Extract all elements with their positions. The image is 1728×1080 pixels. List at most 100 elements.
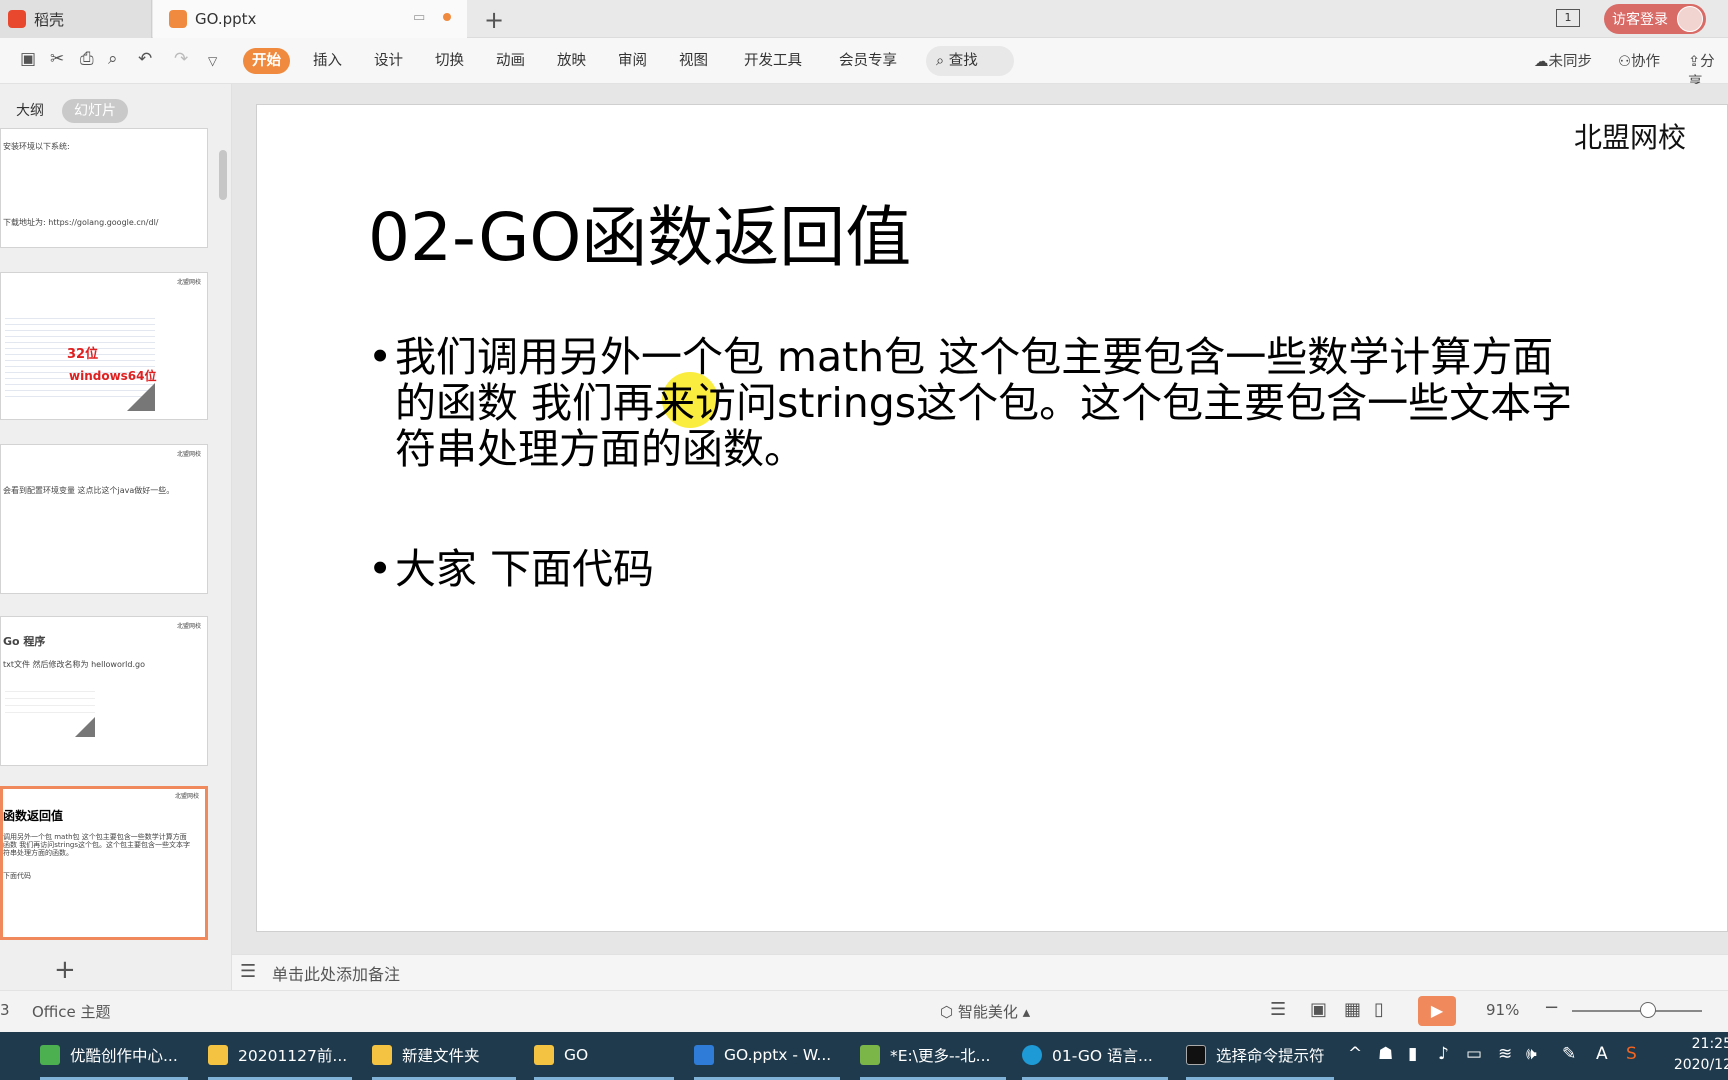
- chrome-icon: [40, 1044, 60, 1065]
- notepad-icon: [860, 1044, 880, 1065]
- taskbar-item-youku[interactable]: 优酷创作中心...: [40, 1032, 188, 1080]
- notes-placeholder: 单击此处添加备注: [272, 964, 401, 984]
- beautify-button[interactable]: ⬡ 智能美化 ▴: [940, 1001, 1030, 1022]
- ribbon-tab-slideshow[interactable]: 放映: [548, 48, 595, 74]
- new-tab-button[interactable]: +: [484, 6, 504, 34]
- slide-thumbnail-2[interactable]: 北盟网校 32位 windows64位: [0, 272, 208, 420]
- ribbon-tab-view[interactable]: 视图: [670, 48, 717, 74]
- ribbon-tab-member[interactable]: 会员专享: [830, 48, 906, 74]
- add-slide-button[interactable]: +: [54, 955, 76, 985]
- thumb-header: 北盟网校: [174, 793, 199, 800]
- thumb-text: 下面代码: [3, 872, 31, 880]
- monitor-icon[interactable]: ▭: [413, 10, 425, 25]
- taskbar-item-go[interactable]: GO: [534, 1032, 674, 1080]
- undo-icon[interactable]: ↶: [138, 49, 152, 69]
- tab-outline[interactable]: 大纲: [4, 99, 56, 123]
- ribbon-tab-home[interactable]: 开始: [243, 48, 290, 74]
- more-chevron-icon[interactable]: ▽: [208, 54, 217, 68]
- search-icon: ⌕: [936, 53, 945, 69]
- print-icon[interactable]: ⎙: [80, 49, 94, 69]
- save-icon[interactable]: ▣: [20, 49, 36, 69]
- notes-area[interactable]: ☰ 单击此处添加备注: [232, 954, 1728, 990]
- ribbon-tab-review[interactable]: 审阅: [609, 48, 656, 74]
- zoom-level[interactable]: 91%: [1486, 1001, 1519, 1019]
- battery-icon[interactable]: ▭: [1466, 1044, 1482, 1064]
- ribbon-tab-developer[interactable]: 开发工具: [735, 48, 811, 74]
- taskbar-item-notepad[interactable]: *E:\更多--北...: [860, 1032, 1006, 1080]
- slide-bullet-2[interactable]: 大家 下面代码: [368, 545, 1600, 593]
- taskbar-item-folder-1[interactable]: 20201127前...: [208, 1032, 352, 1080]
- thumb-text: 安装环境以下系统:: [3, 142, 70, 151]
- edge-icon: [1022, 1044, 1042, 1065]
- tray-device-icon[interactable]: ▮: [1408, 1044, 1417, 1064]
- tray-expand-icon[interactable]: ^: [1348, 1044, 1362, 1064]
- cloud-icon: ☁: [1534, 54, 1549, 70]
- redo-icon[interactable]: ↷: [174, 49, 188, 69]
- thumb-corner-icon: [75, 717, 95, 737]
- thumb-annotation: windows64位: [69, 369, 157, 383]
- thumb-text: 下载地址为: https://golang.google.cn/dl/: [3, 218, 159, 227]
- play-slideshow-button[interactable]: ▶: [1418, 996, 1456, 1026]
- thumb-annotation: 32位: [67, 347, 99, 362]
- cut-icon[interactable]: ✂: [50, 49, 64, 69]
- reading-view-icon[interactable]: ▯: [1374, 999, 1384, 1020]
- thumb-header: 北盟网校: [176, 279, 201, 286]
- ribbon-tab-insert[interactable]: 插入: [304, 48, 351, 74]
- ribbon-tab-design[interactable]: 设计: [365, 48, 412, 74]
- thumb-header: 北盟网校: [176, 451, 201, 458]
- grid-view-icon[interactable]: ▦: [1344, 999, 1361, 1020]
- slide-thumbnail-1[interactable]: 安装环境以下系统: 下载地址为: https://golang.google.c…: [0, 128, 208, 248]
- folder-icon: [372, 1044, 392, 1065]
- slide-title[interactable]: 02-GO函数返回值: [368, 184, 911, 280]
- taskbar-item-cmd[interactable]: 选择命令提示符: [1186, 1032, 1334, 1080]
- slide-thumbnail-5[interactable]: 北盟网校 函数返回值 调用另外一个包 math包 这个包主要包含一些数学计算方面…: [0, 786, 208, 940]
- slide-thumbnail-3[interactable]: 北盟网校 会看到配置环境变量 这点比这个java做好一些。: [0, 444, 208, 594]
- tab-slides[interactable]: 幻灯片: [62, 99, 128, 123]
- thumb-line: 调用另外一个包 math包 这个包主要包含一些数学计算方面: [3, 833, 187, 841]
- thumb-title: Go 程序: [3, 635, 46, 648]
- cmd-icon: [1186, 1044, 1206, 1065]
- notes-toggle-icon[interactable]: ☰: [1270, 999, 1286, 1020]
- wifi-icon[interactable]: ≋: [1498, 1044, 1512, 1064]
- pen-icon[interactable]: ✎: [1562, 1044, 1576, 1064]
- slide-thumbnail-4[interactable]: 北盟网校 Go 程序 txt文件 然后修改名称为 helloworld.go: [0, 616, 208, 766]
- beautify-label: 智能美化: [957, 1003, 1018, 1021]
- bullet-line: 大家 下面代码: [395, 545, 655, 593]
- taskbar-label: 01-GO 语言...: [1052, 1046, 1153, 1065]
- theme-label[interactable]: Office 主题: [32, 1001, 111, 1022]
- taskbar-item-wps[interactable]: GO.pptx - W...: [694, 1032, 840, 1080]
- tab-home[interactable]: 稻壳: [0, 0, 152, 38]
- ribbon-tab-transition[interactable]: 切换: [426, 48, 473, 74]
- ribbon-tab-animation[interactable]: 动画: [487, 48, 534, 74]
- thumb-header: 北盟网校: [176, 623, 201, 630]
- wps-icon: [694, 1044, 714, 1065]
- microphone-icon[interactable]: ♪: [1438, 1044, 1449, 1064]
- thumb-line: 符串处理方面的函数。: [3, 849, 73, 857]
- zoom-slider-handle[interactable]: [1640, 1002, 1656, 1018]
- input-method-icon[interactable]: A: [1596, 1044, 1608, 1064]
- normal-view-icon[interactable]: ▣: [1310, 999, 1327, 1020]
- thumb-table: [5, 685, 95, 719]
- zoom-out-icon[interactable]: −: [1544, 997, 1559, 1018]
- find-button[interactable]: ⌕ 查找: [926, 46, 1014, 76]
- sync-status[interactable]: ☁未同步: [1534, 50, 1592, 71]
- taskbar-clock[interactable]: 21:25 2020/12: [1672, 1034, 1728, 1076]
- zoom-slider[interactable]: [1572, 1010, 1702, 1012]
- collaborate-button[interactable]: ⚇协作: [1618, 50, 1660, 71]
- panel-scrollbar[interactable]: [219, 150, 227, 200]
- login-button[interactable]: 访客登录: [1604, 4, 1706, 34]
- thumb-corner-icon: [127, 383, 155, 411]
- thumb-text: 会看到配置环境变量 这点比这个java做好一些。: [3, 486, 175, 495]
- tray-app-icon[interactable]: ☗: [1378, 1044, 1393, 1064]
- tab-document[interactable]: GO.pptx ▭: [153, 0, 467, 38]
- taskbar-item-folder-2[interactable]: 新建文件夹: [372, 1032, 516, 1080]
- sogou-icon[interactable]: S: [1626, 1044, 1637, 1064]
- thumb-text: 调用另外一个包 math包 这个包主要包含一些数学计算方面 函数 我们再访问st…: [3, 833, 190, 857]
- window-count-badge[interactable]: 1: [1556, 9, 1580, 27]
- taskbar-item-edge[interactable]: 01-GO 语言...: [1022, 1032, 1168, 1080]
- ppt-file-icon: [169, 10, 187, 28]
- volume-icon[interactable]: 🕪: [1526, 1044, 1537, 1064]
- slide-bullet-1[interactable]: 我们调用另外一个包 math包 这个包主要包含一些数学计算方面 的函数 我们再来…: [368, 334, 1600, 472]
- preview-icon[interactable]: ⌕: [108, 49, 118, 69]
- find-label: 查找: [948, 53, 978, 69]
